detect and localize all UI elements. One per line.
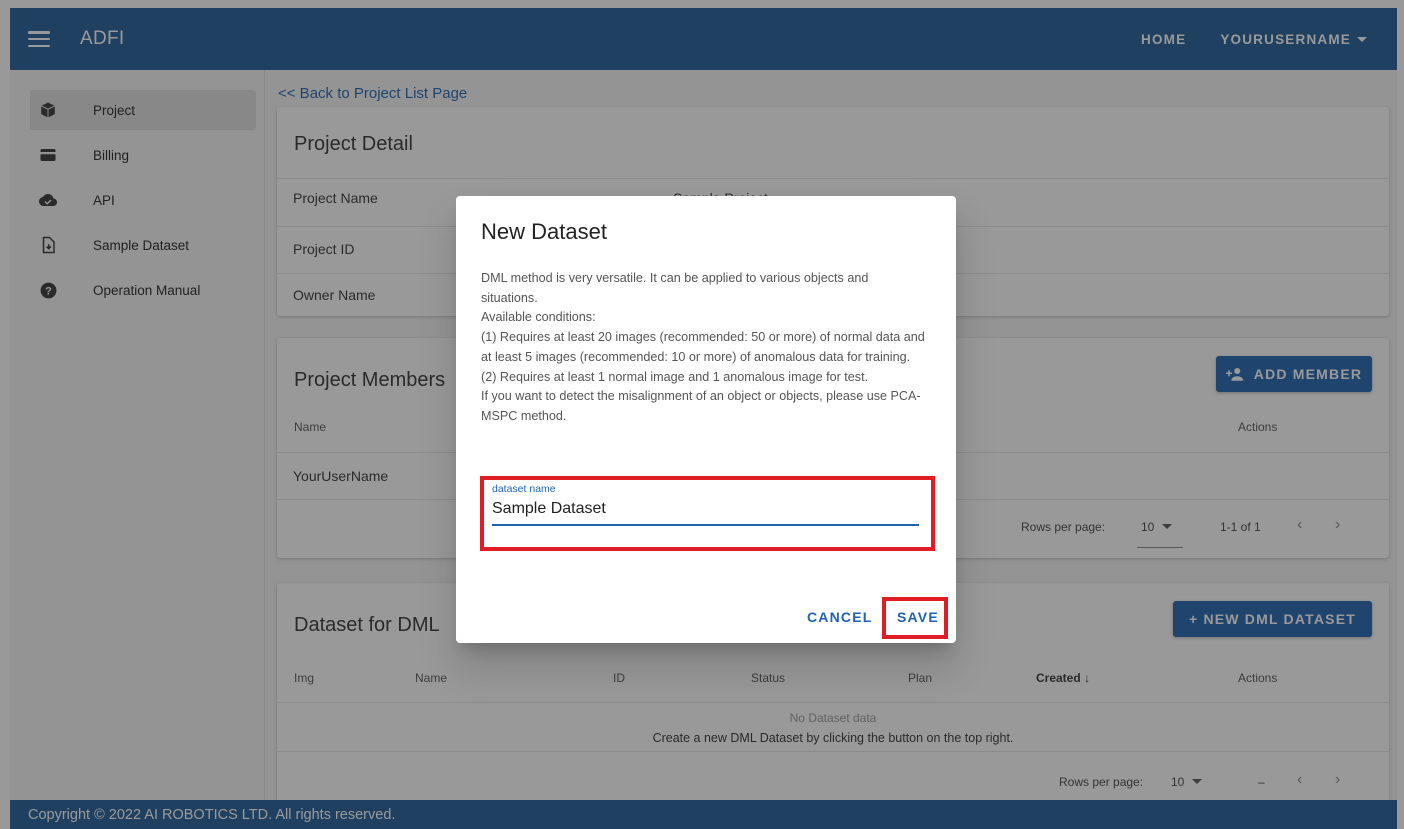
description-line: Available conditions: <box>481 310 596 325</box>
dialog-description: DML method is very versatile. It can be … <box>481 269 926 427</box>
description-line: DML method is very versatile. It can be … <box>481 271 869 305</box>
dataset-name-input[interactable] <box>492 496 919 522</box>
new-dataset-dialog: New Dataset DML method is very versatile… <box>456 196 956 643</box>
description-line: (2) Requires at least 1 normal image and… <box>481 369 869 384</box>
description-line: (1) Requires at least 20 images (recomme… <box>481 330 925 364</box>
description-line: If you want to detect the misalignment o… <box>481 389 921 423</box>
dialog-title: New Dataset <box>481 219 607 244</box>
input-underline <box>492 524 919 526</box>
save-button[interactable]: SAVE <box>897 609 939 625</box>
dataset-name-label: dataset name <box>492 483 556 495</box>
cancel-button[interactable]: CANCEL <box>807 609 873 625</box>
